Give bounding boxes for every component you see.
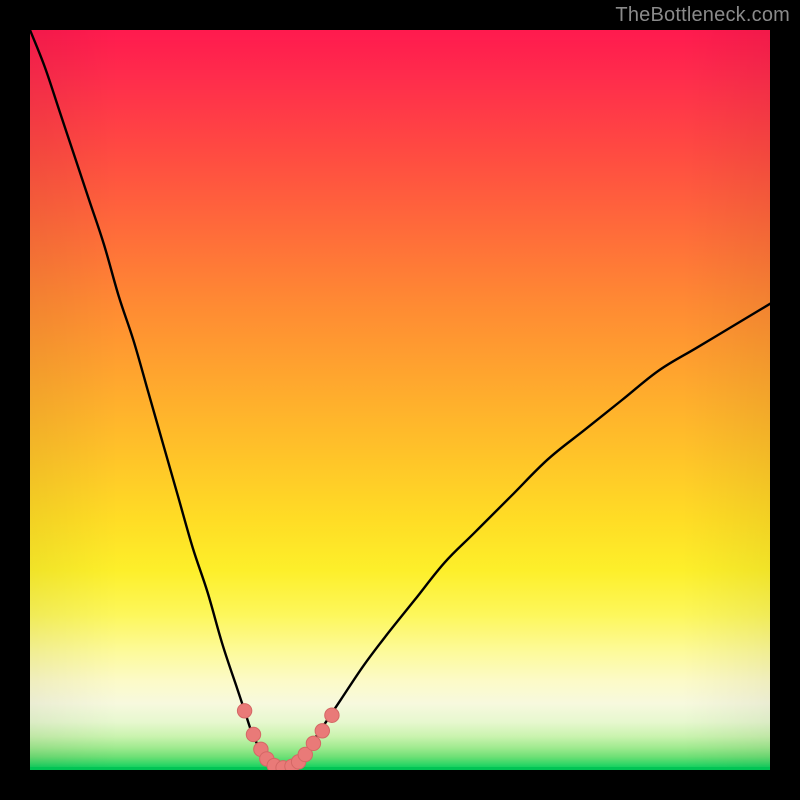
highlight-marker (325, 708, 339, 722)
chart-svg (30, 30, 770, 770)
watermark-text: TheBottleneck.com (615, 4, 790, 27)
highlight-marker (237, 704, 251, 718)
highlight-marker (246, 727, 260, 741)
highlight-markers (237, 704, 339, 770)
bottleneck-curve (30, 30, 770, 768)
chart-area (30, 30, 770, 770)
highlight-marker (306, 736, 320, 750)
highlight-marker (315, 724, 329, 738)
